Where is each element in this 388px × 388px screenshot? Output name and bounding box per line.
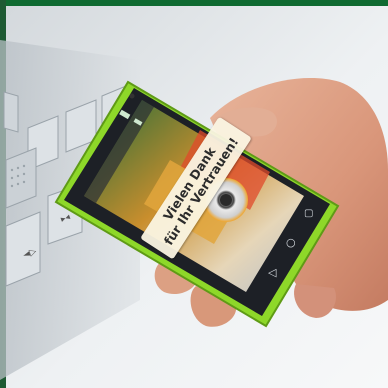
top-green-strip — [0, 0, 388, 6]
photo-scene: ◄▷ ▸◂ ◁ ○ ▢ Vielen Dank für Ihr Vertraue… — [0, 0, 388, 388]
android-back-icon: ◁ — [268, 266, 277, 279]
android-home-icon: ○ — [286, 236, 296, 249]
android-recents-icon: ▢ — [304, 208, 313, 219]
